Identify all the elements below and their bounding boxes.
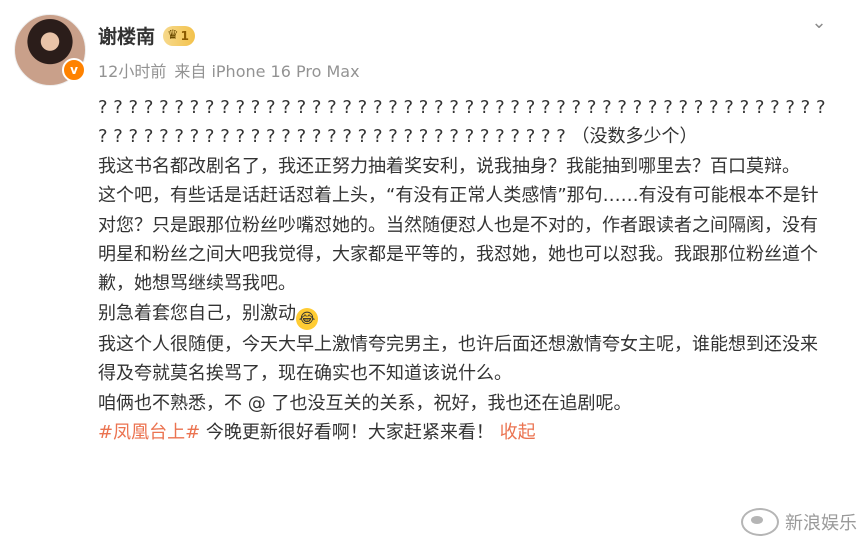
watermark-text: 新浪娱乐: [785, 513, 857, 534]
chevron-down-icon[interactable]: ⌄: [807, 12, 831, 33]
laugh-emoji-icon: 😂: [296, 307, 318, 330]
post-content: ? ? ? ? ? ? ? ? ? ? ? ? ? ? ? ? ? ? ? ? …: [98, 93, 828, 447]
paragraph-explanation: 这个吧，有些话是话赶话怼着上头，“有没有正常人类感情”那句……有没有可能根本不是…: [98, 185, 819, 295]
avatar[interactable]: v: [14, 14, 86, 86]
paragraph-tagline: #凤凰台上# 今晚更新很好看啊！大家赶紧来看！ 收起: [98, 418, 828, 447]
collapse-link[interactable]: 收起: [500, 422, 536, 443]
tagline-text: 今晚更新很好看啊！大家赶紧来看！: [200, 422, 494, 444]
post-meta: 12小时前 来自 iPhone 16 Pro Max: [98, 58, 360, 82]
weibo-logo-icon: [741, 508, 779, 536]
paragraph-farewell: 咱俩也不熟悉，不 @ 了也没互关的关系，祝好，我也还在追剧呢。: [98, 392, 632, 414]
emoji-line-text: 别急着套您自己，别激动: [98, 302, 296, 324]
author-row: 谢楼南 ♛ 1: [98, 22, 196, 49]
post-source: 来自 iPhone 16 Pro Max: [174, 62, 360, 81]
username[interactable]: 谢楼南: [98, 22, 155, 49]
paragraph-title: 我这书名都改剧名了，我还正努力抽着奖安利，说我抽身？我能抽到哪里去？百口莫辩。: [98, 155, 800, 177]
level-badge[interactable]: ♛ 1: [163, 25, 196, 46]
watermark: 新浪娱乐: [741, 508, 857, 536]
level-number: 1: [180, 28, 190, 43]
paragraph-emoji-line: 别急着套您自己，别激动 😂: [98, 299, 828, 330]
post-time[interactable]: 12小时前: [98, 58, 166, 82]
paragraph-question-marks: ? ? ? ? ? ? ? ? ? ? ? ? ? ? ? ? ? ? ? ? …: [98, 97, 826, 148]
paragraph-casual: 我这个人很随便，今天大早上激情夸完男主，也许后面还想激情夸女主呢，谁能想到还没来…: [98, 333, 818, 385]
crown-icon: ♛: [167, 28, 179, 43]
hashtag-link[interactable]: #凤凰台上#: [98, 422, 200, 443]
verified-icon: v: [62, 58, 86, 82]
weibo-post-card: v 谢楼南 ♛ 1 12小时前 来自 iPhone 16 Pro Max ⌄ ?…: [0, 0, 867, 540]
